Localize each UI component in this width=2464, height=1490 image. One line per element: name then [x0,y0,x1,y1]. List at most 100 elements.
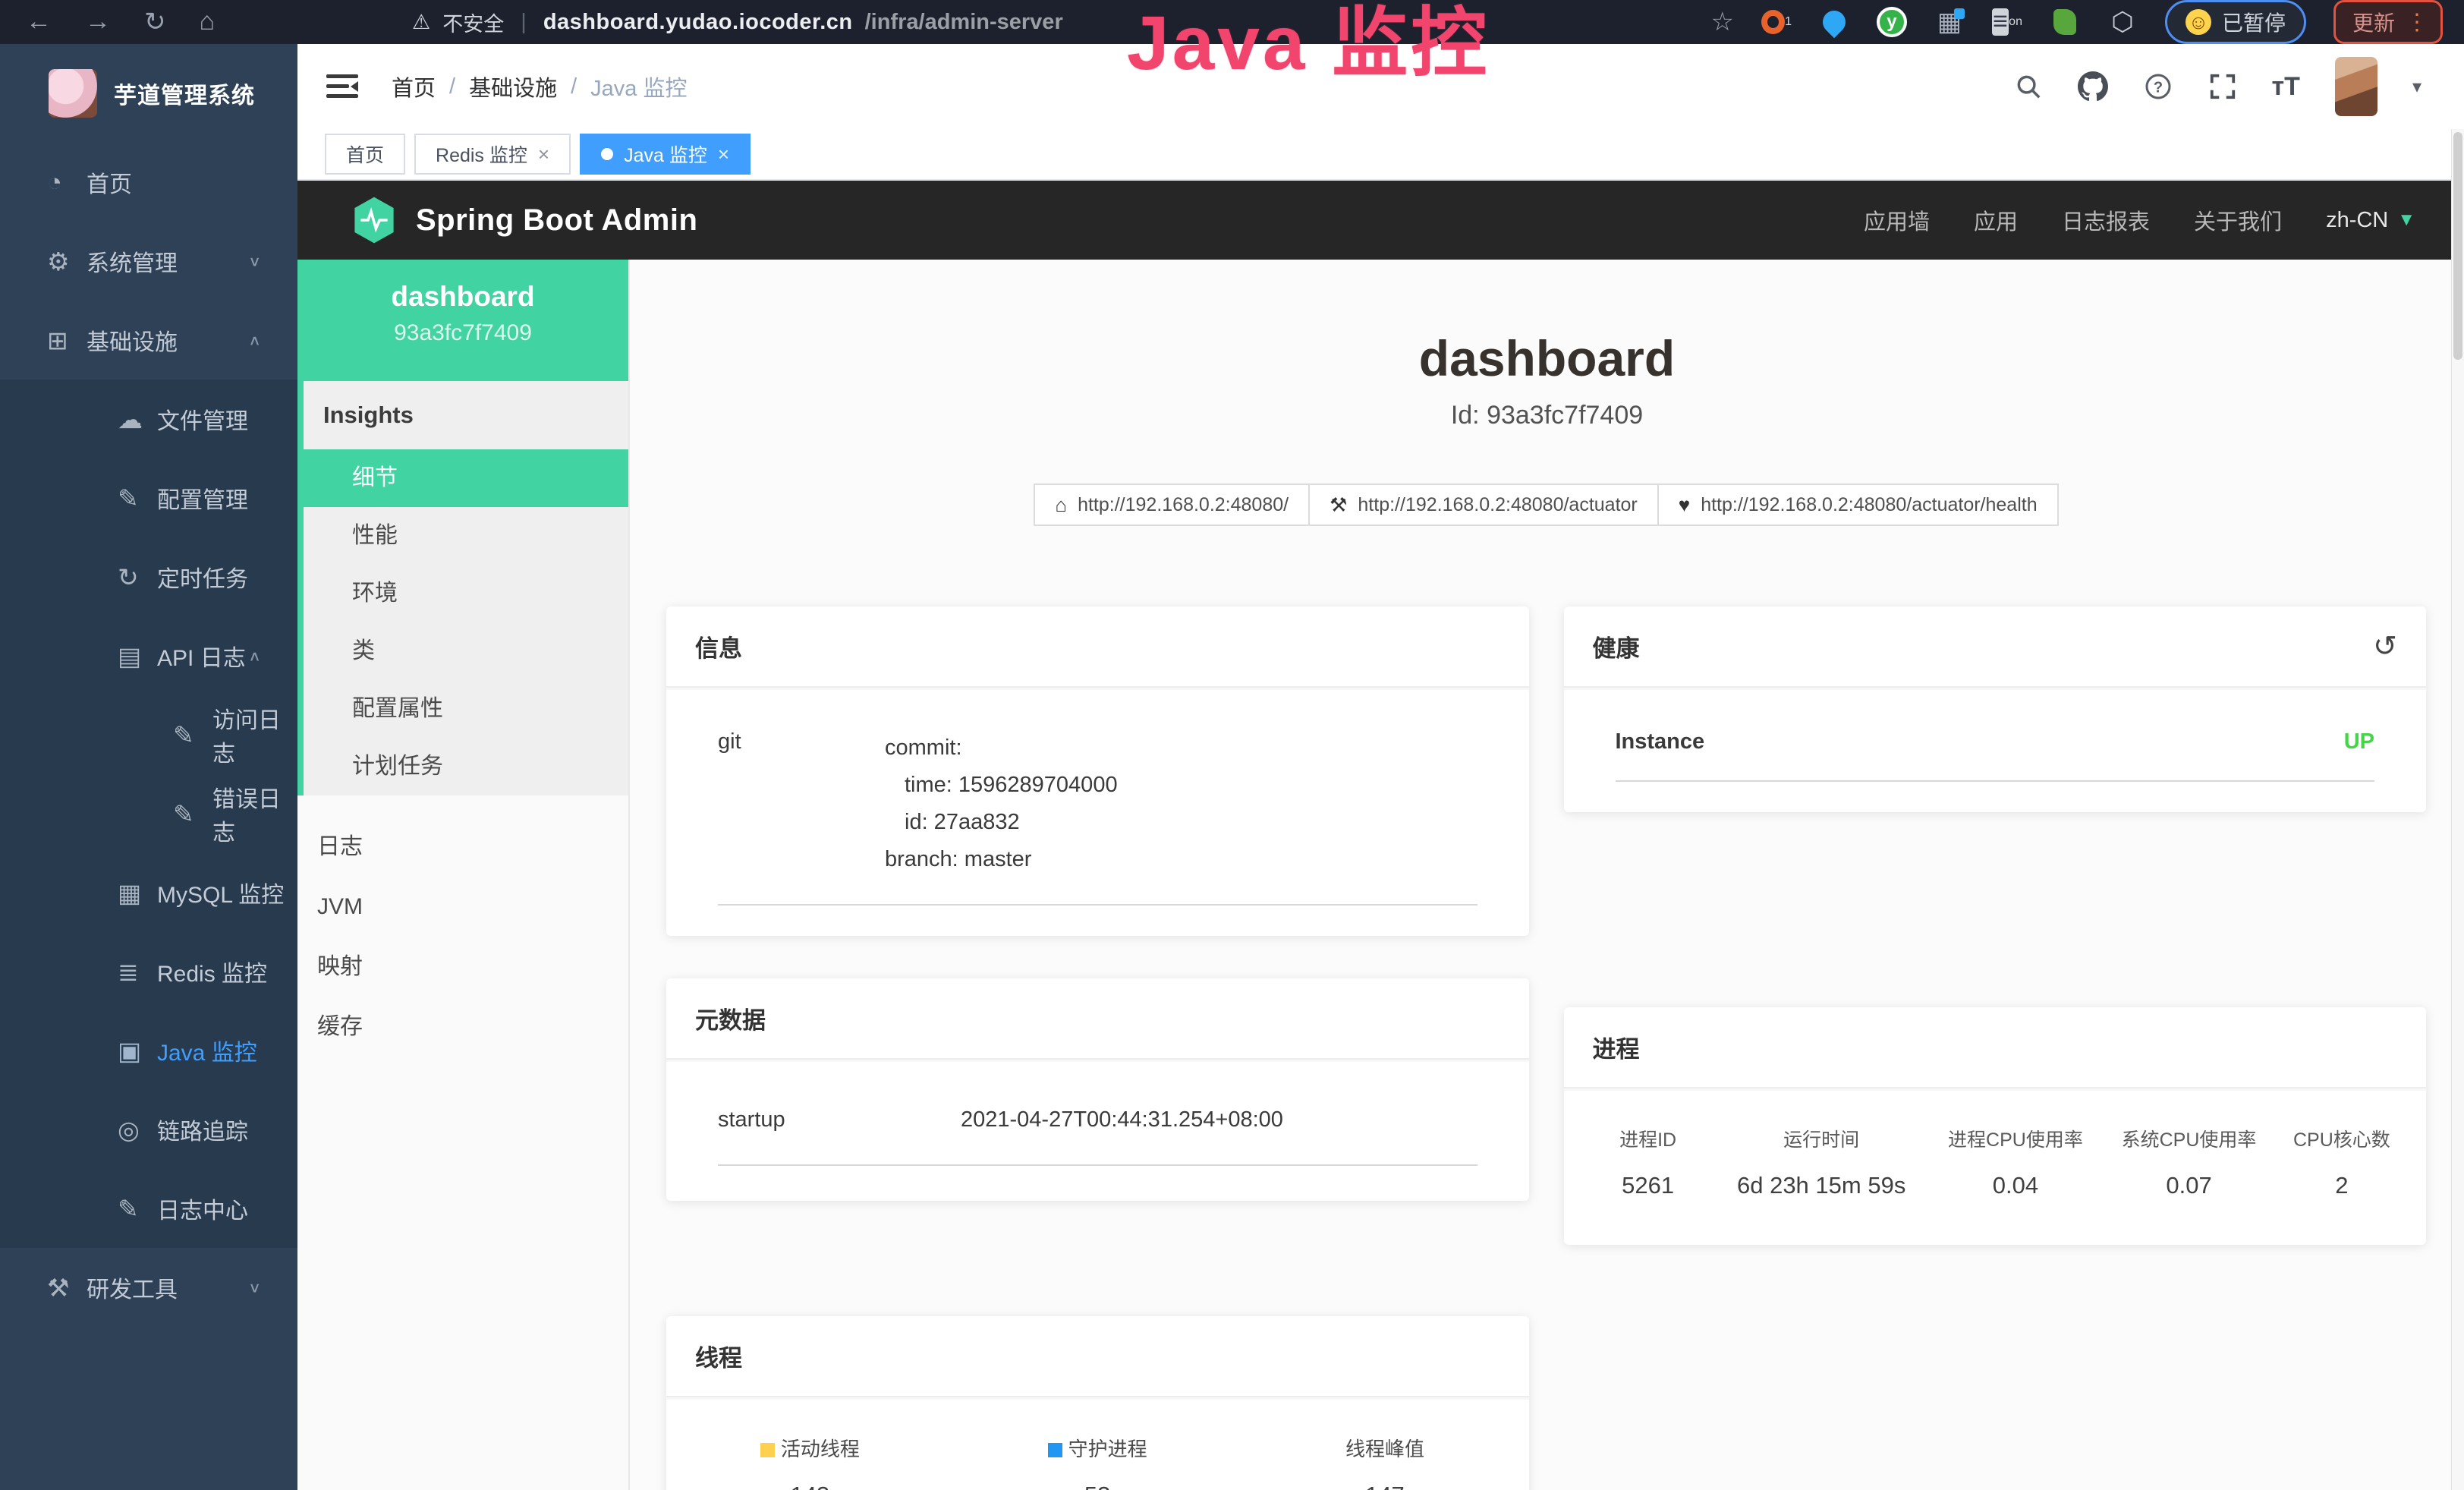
address-bar[interactable]: ⚠ 不安全 | dashboard.yudao.iocoder.cn/infra… [412,8,1063,37]
url-divider: | [521,10,527,35]
sidebar-item-label: Java 监控 [157,1034,257,1067]
sba-nav-applications[interactable]: 应用 [1974,204,2018,236]
reload-icon[interactable]: ↻ [144,7,166,37]
sidebar-item-access-log[interactable]: ✎ 访问日志 [0,695,297,774]
subnav-item-details[interactable]: 细节 [297,449,628,507]
sidebar-item-mysql-monitor[interactable]: ▦ MySQL 监控 [0,853,297,932]
extension-grid-icon[interactable]: ▦ [1934,7,1965,37]
sidebar-item-dev-tools[interactable]: ⚒ 研发工具 ∨ [0,1248,297,1327]
forward-icon[interactable]: → [85,7,111,37]
history-icon: ↻ [118,562,157,592]
extension-leaf-icon[interactable] [2050,7,2080,37]
url-path: /infra/admin-server [865,10,1063,35]
instance-id-line: Id: 93a3fc7f7409 [630,401,2464,430]
sidebar-item-java-monitor[interactable]: ▣ Java 监控 [0,1011,297,1090]
hamburger-icon[interactable] [326,73,358,100]
health-instance-row[interactable]: Instance UP [1616,729,2375,782]
sba-nav-about[interactable]: 关于我们 [2194,204,2282,236]
tab-redis-monitor[interactable]: Redis 监控 × [414,134,571,175]
github-icon[interactable] [2078,71,2108,102]
sidebar-item-label: 首页 [87,165,132,199]
sidebar-item-trace[interactable]: ◎ 链路追踪 [0,1090,297,1169]
back-icon[interactable]: ← [26,7,52,37]
history-clock-icon[interactable]: ↺ [2373,629,2397,663]
home-icon[interactable]: ⌂ [200,7,216,37]
tab-label: Redis 监控 [436,140,527,168]
subnav-item-caches[interactable]: 缓存 [297,997,628,1057]
tab-java-monitor[interactable]: Java 监控 × [580,134,751,175]
breadcrumb-infrastructure[interactable]: 基础设施 [469,71,557,102]
security-label[interactable]: 不安全 [442,8,504,37]
subnav-item-jvm[interactable]: JVM [297,877,628,937]
sidebar-item-log-center[interactable]: ✎ 日志中心 [0,1169,297,1248]
health-url-button[interactable]: ♥ http://192.168.0.2:48080/actuator/heal… [1657,484,2059,526]
process-table-header: 进程ID 运行时间 进程CPU使用率 系统CPU使用率 CPU核心数 [1582,1125,2409,1152]
extensions-puzzle-icon[interactable]: ⬡ [2107,7,2138,37]
subnav-item-config-props[interactable]: 配置属性 [304,680,628,738]
extension-pin-icon[interactable] [1819,7,1849,37]
sidebar-item-infrastructure[interactable]: ⊞ 基础设施 ∧ [0,301,297,380]
subnav-item-classes[interactable]: 类 [304,622,628,680]
info-value: commit: time: 1596289704000 id: 27aa832 … [885,729,1118,878]
process-table-values: 5261 6d 23h 15m 59s 0.04 0.07 2 [1582,1172,2409,1199]
breadcrumb-home[interactable]: 首页 [392,71,436,102]
close-icon[interactable]: × [538,143,549,166]
scrollbar-thumb[interactable] [2453,132,2462,360]
font-size-icon[interactable]: тT [2272,72,2300,102]
daemon-threads-value: 53 [954,1482,1241,1490]
extension-y-icon[interactable]: y [1877,7,1907,37]
app-logo-row[interactable]: 芋道管理系统 [0,44,297,143]
threads-card-title: 线程 [666,1316,1529,1397]
caret-down-icon[interactable]: ▾ [2412,76,2422,98]
svg-text:?: ? [2153,80,2162,96]
bookmark-star-icon[interactable]: ☆ [1710,7,1733,37]
sba-nav-wallboard[interactable]: 应用墙 [1864,204,1930,236]
menu-dots-icon[interactable]: ⋮ [2406,9,2428,36]
layers-icon: ≣ [118,957,157,987]
sidebar-item-config-manage[interactable]: ✎ 配置管理 [0,458,297,537]
sidebar-item-error-log[interactable]: ✎ 错误日志 [0,774,297,853]
service-url-button[interactable]: ⌂ http://192.168.0.2:48080/ [1034,484,1310,526]
fullscreen-icon[interactable] [2208,72,2237,101]
table-icon: ▦ [118,878,157,908]
active-dot-icon [601,148,613,160]
sba-locale-select[interactable]: zh-CN ▼ [2326,208,2415,233]
tab-home[interactable]: 首页 [325,134,405,175]
gear-icon: ⚙ [47,247,87,276]
subnav-item-scheduled-tasks[interactable]: 计划任务 [304,738,628,795]
help-icon[interactable]: ? [2143,71,2173,102]
actuator-url-button[interactable]: ⚒ http://192.168.0.2:48080/actuator [1308,484,1659,526]
sidebar-item-redis-monitor[interactable]: ≣ Redis 监控 [0,932,297,1011]
sidebar-item-file-manage[interactable]: ☁ 文件管理 [0,380,297,458]
subnav-item-logs[interactable]: 日志 [297,817,628,877]
sba-brand-text: Spring Boot Admin [416,203,697,238]
metadata-card: 元数据 startup 2021-04-27T00:44:31.254+08:0… [666,978,1529,1201]
paused-badge[interactable]: ☺ 已暂停 [2165,0,2306,44]
scrollbar[interactable] [2451,129,2464,1490]
paused-label: 已暂停 [2222,7,2286,37]
subnav-item-mappings[interactable]: 映射 [297,937,628,997]
search-icon[interactable] [2014,72,2043,101]
sba-brand[interactable]: Spring Boot Admin [352,196,697,244]
cpu-cores: 2 [2276,1172,2408,1199]
sidebar-item-home[interactable]: ◔ 首页 [0,143,297,222]
extension-colorzilla-icon[interactable]: 1 [1761,7,1792,37]
sidebar-item-cron-job[interactable]: ↻ 定时任务 [0,537,297,616]
edit-icon: ✎ [118,484,157,513]
live-threads-value: 143 [666,1482,954,1490]
update-button[interactable]: 更新 ⋮ [2333,0,2443,44]
subnav-item-metrics[interactable]: 性能 [304,507,628,565]
sidebar-item-api-log[interactable]: ▤ API 日志 ∧ [0,616,297,695]
close-icon[interactable]: × [718,143,729,166]
extension-list-icon[interactable]: ≡on [1992,7,2022,37]
sidebar-item-system-manage[interactable]: ⚙ 系统管理 ∨ [0,222,297,301]
avatar[interactable] [2335,57,2377,116]
gauge-icon: ◔ [47,168,87,197]
instance-header[interactable]: dashboard 93a3fc7f7409 [297,260,628,381]
subnav-item-environment[interactable]: 环境 [304,565,628,622]
threads-card: 线程 活动线程 守护进程 线程峰值 143 53 147 140 [666,1316,1529,1490]
health-card-title: 健康 ↺ [1564,606,2427,688]
chevron-up-icon: ∧ [248,332,261,348]
sba-nav-journal[interactable]: 日志报表 [2062,204,2150,236]
sidebar-item-label: 基础设施 [87,323,178,357]
